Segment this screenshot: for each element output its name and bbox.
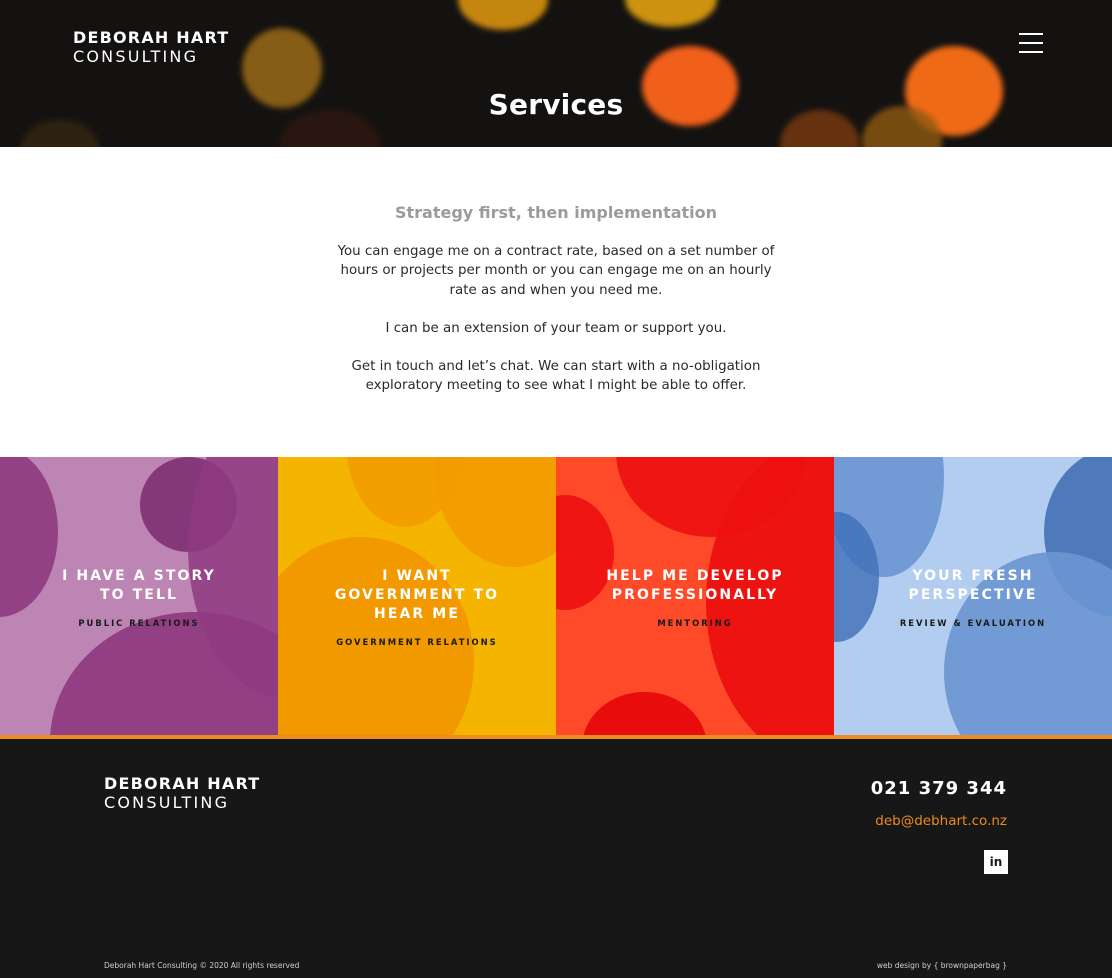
hamburger-icon[interactable]	[1019, 33, 1043, 54]
tile-subtitle: REVIEW & EVALUATION	[899, 618, 1047, 628]
copyright-text: Deborah Hart Consulting © 2020 All right…	[104, 961, 300, 970]
intro-paragraph: I can be an extension of your team or su…	[385, 320, 727, 336]
footer-logo-line1: DEBORAH HART	[104, 774, 261, 793]
service-tiles: I HAVE A STORY TO TELL PUBLIC RELATIONS …	[0, 457, 1112, 735]
tile-subtitle: MENTORING	[657, 618, 733, 628]
intro-section: Strategy first, then implementation You …	[0, 147, 1112, 457]
tile-review-evaluation[interactable]: YOUR FRESH PERSPECTIVE REVIEW & EVALUATI…	[834, 457, 1112, 735]
page-title: Services	[488, 88, 624, 121]
phone-number[interactable]: 021 379 344	[871, 778, 1007, 799]
design-credit-link[interactable]: web design by { brownpaperbag }	[877, 961, 1007, 970]
tile-title: I HAVE A STORY TO TELL	[62, 568, 216, 603]
tile-title: YOUR FRESH PERSPECTIVE	[908, 568, 1038, 603]
tile-title: HELP ME DEVELOP PROFESSIONALLY	[606, 568, 784, 603]
logo-line1: DEBORAH HART	[73, 28, 230, 47]
tile-subtitle: GOVERNMENT RELATIONS	[336, 637, 498, 647]
tile-public-relations[interactable]: I HAVE A STORY TO TELL PUBLIC RELATIONS	[0, 457, 278, 735]
intro-paragraph: Get in touch and let’s chat. We can star…	[351, 359, 761, 394]
tile-subtitle: PUBLIC RELATIONS	[78, 618, 200, 628]
tile-title: I WANT GOVERNMENT TO HEAR ME	[334, 568, 500, 622]
site-logo[interactable]: DEBORAH HART CONSULTING	[73, 30, 229, 65]
tile-mentoring[interactable]: HELP ME DEVELOP PROFESSIONALLY MENTORING	[556, 457, 834, 735]
intro-heading: Strategy first, then implementation	[394, 203, 718, 222]
email-link[interactable]: deb@debhart.co.nz	[875, 813, 1007, 829]
intro-paragraph: You can engage me on a contract rate, ba…	[337, 244, 775, 298]
hero-banner: DEBORAH HART CONSULTING Services	[0, 0, 1112, 147]
logo-line2: CONSULTING	[73, 47, 199, 66]
footer-logo-line2: CONSULTING	[104, 793, 230, 812]
footer-logo[interactable]: DEBORAH HART CONSULTING	[104, 776, 260, 811]
site-footer: DEBORAH HART CONSULTING 021 379 344 deb@…	[0, 735, 1112, 978]
tile-government-relations[interactable]: I WANT GOVERNMENT TO HEAR ME GOVERNMENT …	[278, 457, 556, 735]
linkedin-icon[interactable]: in	[984, 850, 1008, 874]
